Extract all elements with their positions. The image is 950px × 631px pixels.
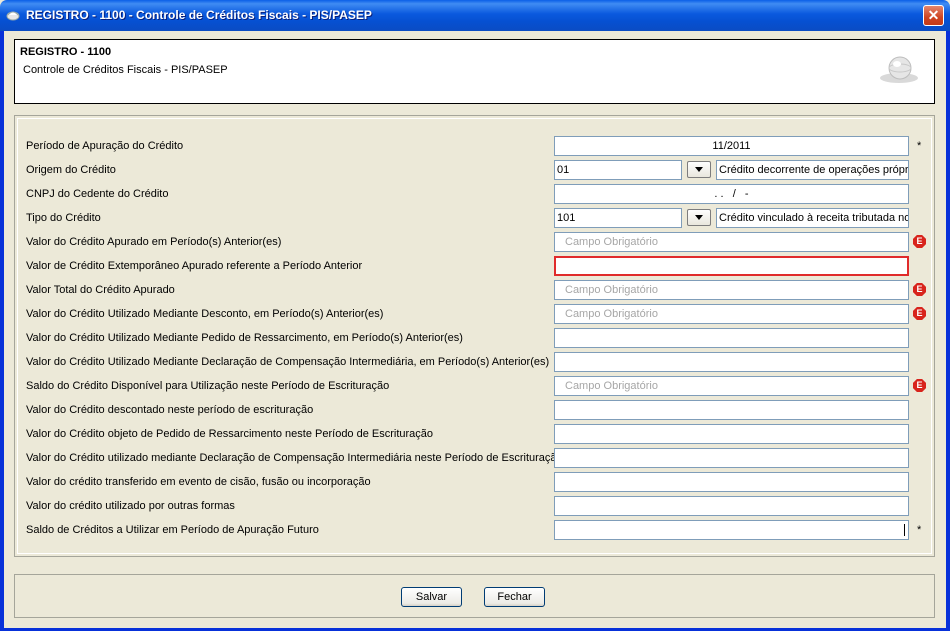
field-label: Origem do Crédito — [26, 164, 116, 176]
dropdown-arrow-icon[interactable] — [687, 209, 711, 226]
row-saldo-futuro: Saldo de Créditos a Utilizar em Período … — [18, 520, 937, 540]
form-panel: Período de Apuração do Crédito 11/2011 *… — [14, 115, 935, 557]
header-panel: REGISTRO - 1100 Controle de Créditos Fis… — [14, 39, 935, 104]
saldo-futuro-input[interactable] — [554, 520, 909, 540]
cnpj-cedente-input[interactable]: . . / - — [554, 184, 909, 204]
row-origem-credito: Origem do Crédito 01 Crédito decorrente … — [18, 160, 937, 180]
origem-credito-description: Crédito decorrente de operações próprias — [716, 160, 909, 180]
row-saldo-disponivel: Saldo do Crédito Disponível para Utiliza… — [18, 376, 937, 396]
title-bar[interactable]: REGISTRO - 1100 - Controle de Créditos F… — [0, 0, 950, 31]
form-inner: Período de Apuração do Crédito 11/2011 *… — [17, 118, 932, 554]
field-label: Valor do Crédito descontado neste períod… — [26, 404, 314, 416]
required-marker: * — [917, 524, 922, 536]
save-button[interactable]: Salvar — [401, 587, 462, 607]
field-label: Valor do Crédito objeto de Pedido de Res… — [26, 428, 434, 440]
pedido-ressarcimento-input[interactable] — [554, 424, 909, 444]
field-label: Saldo do Crédito Disponível para Utiliza… — [26, 380, 390, 392]
saldo-disponivel-input[interactable]: Campo Obrigatório — [554, 376, 909, 396]
required-icon: E — [913, 235, 926, 248]
row-periodo-apuracao: Período de Apuração do Crédito 11/2011 * — [18, 136, 937, 156]
field-label: Valor do Crédito Utilizado Mediante Desc… — [26, 308, 384, 320]
row-pedido-ressarcimento: Valor do Crédito objeto de Pedido de Res… — [18, 424, 937, 444]
row-credito-descontado: Valor do Crédito descontado neste períod… — [18, 400, 937, 420]
button-panel: Salvar Fechar — [14, 574, 935, 618]
required-icon: E — [913, 283, 926, 296]
credito-apurado-anterior-input[interactable]: Campo Obrigatório — [554, 232, 909, 252]
utilizado-compensacao-anterior-input[interactable] — [554, 352, 909, 372]
row-tipo-credito: Tipo do Crédito 101 Crédito vinculado à … — [18, 208, 937, 228]
tipo-credito-code-input[interactable]: 101 — [554, 208, 682, 228]
field-label: Valor do Crédito Utilizado Mediante Decl… — [26, 356, 550, 368]
row-utilizado-desconto-anterior: Valor do Crédito Utilizado Mediante Desc… — [18, 304, 937, 324]
credito-transferido-input[interactable] — [554, 472, 909, 492]
field-label: Valor do Crédito utilizado mediante Decl… — [26, 452, 563, 464]
row-credito-apurado-anterior: Valor do Crédito Apurado em Período(s) A… — [18, 232, 937, 252]
utilizado-ressarcimento-anterior-input[interactable] — [554, 328, 909, 348]
field-label: Tipo do Crédito — [26, 212, 101, 224]
field-label: CNPJ do Cedente do Crédito — [26, 188, 169, 200]
field-label: Saldo de Créditos a Utilizar em Período … — [26, 524, 319, 536]
row-outras-formas: Valor do crédito utilizado por outras fo… — [18, 496, 937, 516]
app-icon — [6, 11, 20, 21]
row-utilizado-compensacao-anterior: Valor do Crédito Utilizado Mediante Decl… — [18, 352, 937, 372]
required-icon: E — [913, 307, 926, 320]
page-subtitle: Controle de Créditos Fiscais - PIS/PASEP — [23, 64, 228, 76]
close-icon[interactable]: ✕ — [923, 5, 944, 26]
compensacao-periodo-input[interactable] — [554, 448, 909, 468]
close-button[interactable]: Fechar — [484, 587, 545, 607]
utilizado-desconto-anterior-input[interactable]: Campo Obrigatório — [554, 304, 909, 324]
row-utilizado-ressarcimento-anterior: Valor do Crédito Utilizado Mediante Pedi… — [18, 328, 937, 348]
field-label: Valor do Crédito Utilizado Mediante Pedi… — [26, 332, 463, 344]
row-credito-transferido: Valor do crédito transferido em evento d… — [18, 472, 937, 492]
tipo-credito-description: Crédito vinculado à receita tributada no… — [716, 208, 909, 228]
outras-formas-input[interactable] — [554, 496, 909, 516]
field-label: Valor do crédito transferido em evento d… — [26, 476, 371, 488]
total-credito-apurado-input[interactable]: Campo Obrigatório — [554, 280, 909, 300]
row-total-credito-apurado: Valor Total do Crédito Apurado Campo Obr… — [18, 280, 937, 300]
window-title: REGISTRO - 1100 - Controle de Créditos F… — [26, 8, 372, 22]
field-label: Valor do crédito utilizado por outras fo… — [26, 500, 235, 512]
field-label: Valor de Crédito Extemporâneo Apurado re… — [26, 260, 363, 272]
origem-credito-code-input[interactable]: 01 — [554, 160, 682, 180]
field-label: Valor do Crédito Apurado em Período(s) A… — [26, 236, 282, 248]
row-compensacao-periodo: Valor do Crédito utilizado mediante Decl… — [18, 448, 937, 468]
periodo-apuracao-input[interactable]: 11/2011 — [554, 136, 909, 156]
row-cnpj-cedente: CNPJ do Cedente do Crédito . . / - — [18, 184, 937, 204]
credito-descontado-input[interactable] — [554, 400, 909, 420]
required-icon: E — [913, 379, 926, 392]
logo-icon — [880, 56, 918, 83]
field-label: Período de Apuração do Crédito — [26, 140, 184, 152]
window-frame-left — [0, 31, 4, 631]
row-credito-extemporaneo: Valor de Crédito Extemporâneo Apurado re… — [18, 256, 937, 276]
required-marker: * — [917, 140, 922, 152]
window-frame-right — [946, 31, 950, 631]
credito-extemporaneo-input[interactable] — [554, 256, 909, 276]
dropdown-arrow-icon[interactable] — [687, 161, 711, 178]
page-title: REGISTRO - 1100 — [20, 46, 112, 58]
field-label: Valor Total do Crédito Apurado — [26, 284, 175, 296]
